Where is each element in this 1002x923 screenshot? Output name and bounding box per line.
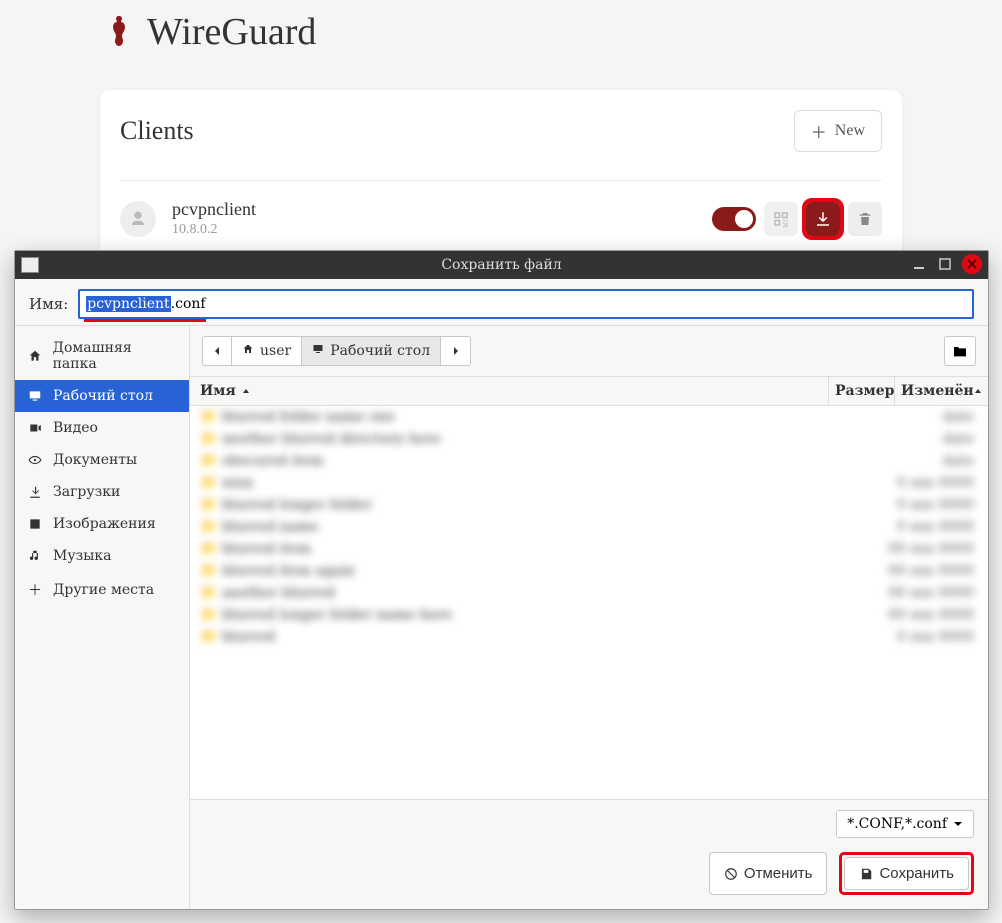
clients-card: Clients ＋ New pcvpnclient 10.8.0.2 [100, 90, 902, 262]
file-list[interactable]: 📁blurred folder name onedate 📁another bl… [190, 406, 988, 799]
close-button[interactable] [962, 254, 982, 274]
sidebar-item-home[interactable]: Домашняя папка [15, 332, 189, 380]
save-label: Сохранить [879, 865, 954, 882]
sidebar-item-label: Домашняя папка [53, 340, 177, 372]
file-list-header: Имя Размер Изменён [190, 376, 988, 406]
filename-label: Имя: [29, 295, 68, 313]
sort-asc-icon [242, 387, 250, 395]
filename-extension: .conf [171, 296, 206, 312]
column-header-name[interactable]: Имя [190, 377, 828, 405]
cancel-button[interactable]: Отменить [709, 852, 828, 895]
dialog-bottom: *.CONF,*.conf Отменить Сохранить [190, 799, 988, 909]
sidebar-item-downloads[interactable]: Загрузки [15, 476, 189, 508]
sidebar-item-label: Музыка [53, 548, 111, 564]
new-client-label: New [835, 122, 865, 140]
close-icon [966, 258, 978, 270]
sidebar-item-label: Документы [53, 452, 137, 468]
chevron-right-icon [451, 346, 461, 356]
sidebar-item-video[interactable]: Видео [15, 412, 189, 444]
filename-selection: pcvpnclient [86, 296, 170, 312]
sidebar-item-other[interactable]: ＋ Другие места [15, 572, 189, 608]
titlebar: Сохранить файл [15, 251, 988, 279]
sidebar-item-label: Загрузки [53, 484, 120, 500]
minimize-icon [912, 257, 926, 271]
annotation-save-highlight: Сохранить [839, 852, 974, 895]
documents-icon [27, 453, 43, 467]
cancel-label: Отменить [744, 865, 813, 882]
titlebar-title: Сохранить файл [15, 257, 988, 273]
app-title: WireGuard [147, 10, 316, 54]
path-segment-user[interactable]: user [232, 336, 302, 366]
file-filter-dropdown[interactable]: *.CONF,*.conf [836, 810, 974, 838]
path-back-button[interactable] [202, 336, 232, 366]
column-header-size[interactable]: Размер [828, 377, 894, 405]
download-button[interactable] [806, 202, 840, 236]
wireguard-logo-icon [105, 12, 133, 52]
qr-icon [772, 210, 790, 228]
cancel-icon [724, 867, 738, 881]
path-current-label: Рабочий стол [330, 343, 430, 359]
save-file-dialog: Сохранить файл Имя: pcvpnclient.conf Дом… [14, 250, 989, 910]
image-icon [27, 517, 43, 531]
path-user-label: user [260, 343, 291, 359]
places-sidebar: Домашняя папка Рабочий стол Видео Докуме… [15, 326, 190, 909]
path-forward-button[interactable] [441, 336, 471, 366]
sidebar-item-label: Видео [53, 420, 98, 436]
sidebar-item-label: Другие места [53, 582, 154, 598]
sidebar-item-label: Рабочий стол [53, 388, 153, 404]
sort-asc-icon [974, 387, 982, 395]
clients-heading: Clients [120, 116, 194, 146]
path-bar: user Рабочий стол [190, 326, 988, 376]
video-icon [27, 421, 43, 435]
avatar [120, 201, 156, 237]
chevron-left-icon [212, 346, 222, 356]
plus-icon: ＋ [27, 580, 43, 600]
minimize-button[interactable] [910, 255, 928, 273]
trash-icon [857, 211, 873, 227]
maximize-button[interactable] [936, 255, 954, 273]
filename-input[interactable]: pcvpnclient.conf [78, 289, 974, 319]
download-icon [27, 485, 43, 499]
client-toggle[interactable] [712, 207, 756, 231]
save-button[interactable]: Сохранить [844, 857, 969, 890]
client-ip: 10.8.0.2 [172, 222, 696, 238]
main-pane: user Рабочий стол Имя Р [190, 326, 988, 909]
new-folder-button[interactable] [944, 336, 976, 366]
monitor-icon [27, 389, 43, 403]
sidebar-item-label: Изображения [53, 516, 156, 532]
new-client-button[interactable]: ＋ New [794, 110, 882, 152]
sidebar-item-desktop[interactable]: Рабочий стол [15, 380, 189, 412]
delete-button[interactable] [848, 202, 882, 236]
new-folder-icon [952, 344, 968, 358]
sidebar-item-music[interactable]: Музыка [15, 540, 189, 572]
save-icon [859, 867, 873, 881]
annotation-underline [84, 319, 206, 322]
file-filter-label: *.CONF,*.conf [847, 816, 947, 832]
sidebar-item-images[interactable]: Изображения [15, 508, 189, 540]
client-name: pcvpnclient [172, 199, 696, 220]
plus-icon: ＋ [811, 119, 827, 143]
column-header-modified[interactable]: Изменён [894, 377, 988, 405]
client-info: pcvpnclient 10.8.0.2 [172, 199, 696, 238]
path-segment-current[interactable]: Рабочий стол [302, 336, 441, 366]
music-icon [27, 549, 43, 563]
maximize-icon [939, 258, 951, 270]
client-row: pcvpnclient 10.8.0.2 [120, 181, 882, 238]
monitor-icon [312, 343, 324, 359]
app-header: WireGuard [0, 0, 1002, 54]
home-icon [242, 343, 254, 359]
home-icon [27, 349, 43, 363]
chevron-down-icon [953, 819, 963, 829]
download-icon [814, 210, 832, 228]
sidebar-item-documents[interactable]: Документы [15, 444, 189, 476]
qr-code-button[interactable] [764, 202, 798, 236]
